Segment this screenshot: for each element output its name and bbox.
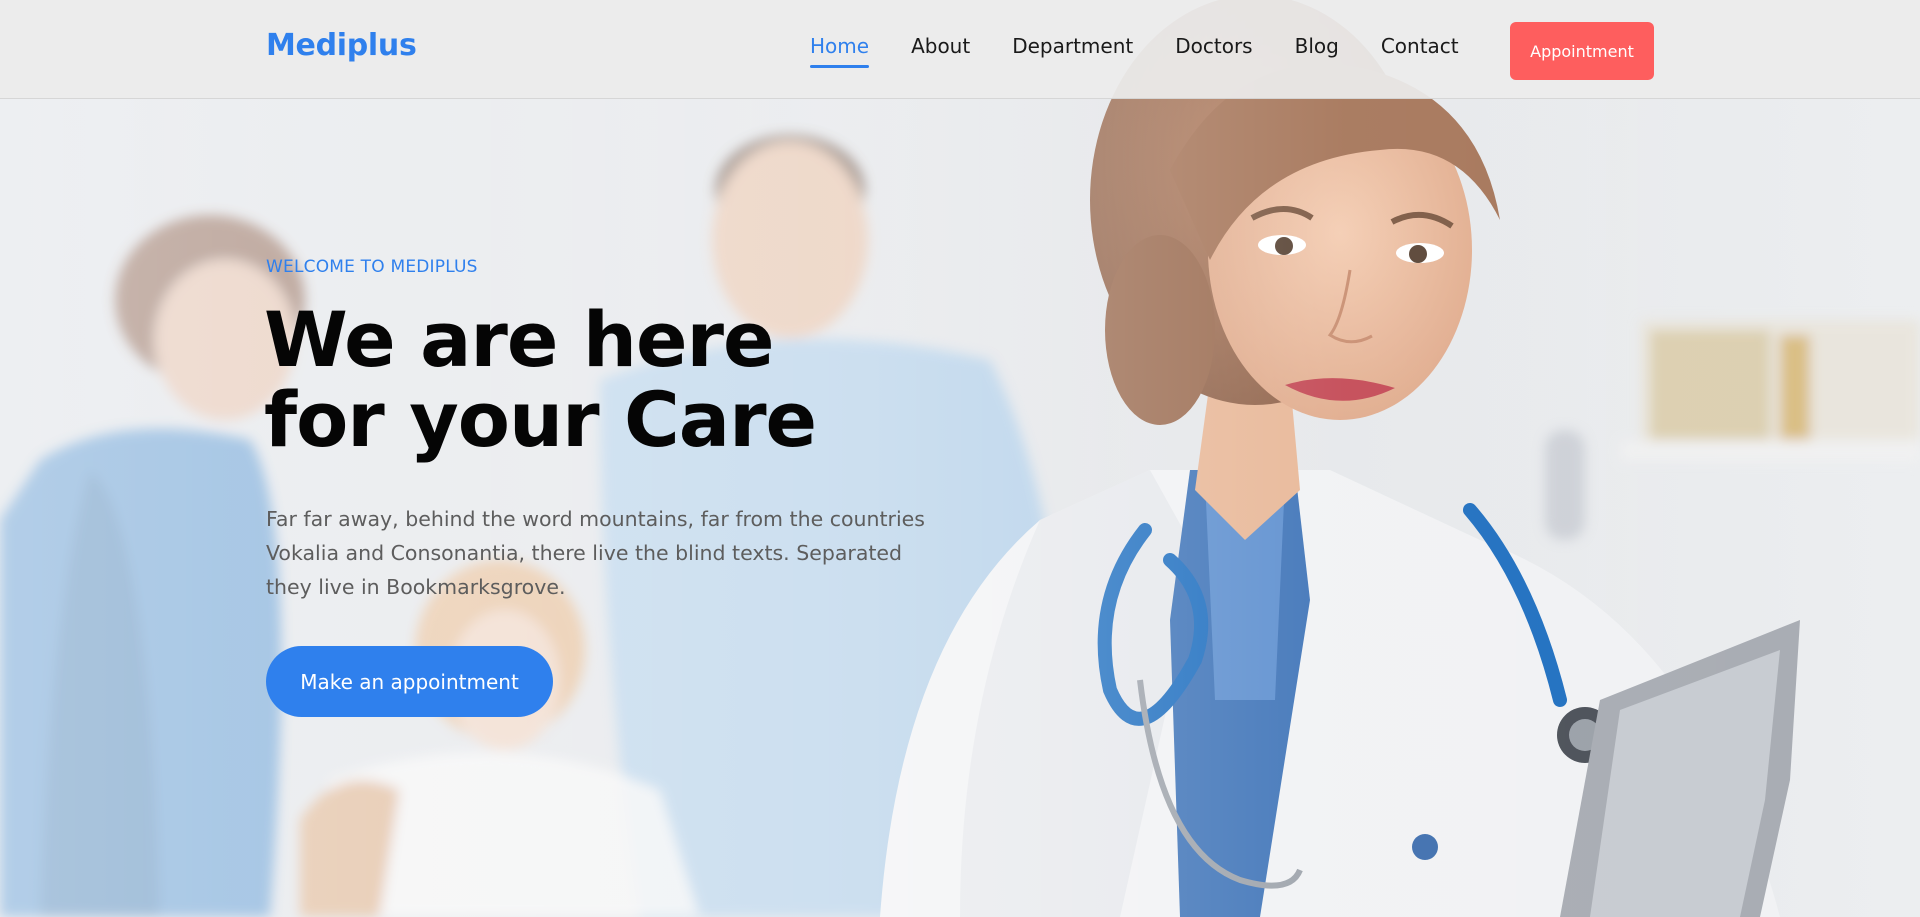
main-nav: Home About Department Doctors Blog Conta…: [810, 34, 1501, 68]
brand-logo[interactable]: Mediplus: [266, 28, 417, 63]
hero-headline: We are here for your Care: [264, 300, 964, 460]
hero-headline-line-2: for your Care: [264, 375, 817, 464]
nav-link-contact[interactable]: Contact: [1381, 34, 1459, 68]
make-appointment-button[interactable]: Make an appointment: [266, 646, 553, 717]
appointment-button[interactable]: Appointment: [1510, 22, 1654, 80]
nav-link-doctors[interactable]: Doctors: [1175, 34, 1252, 68]
hero-description: Far far away, behind the word mountains,…: [266, 507, 925, 599]
nav-link-home[interactable]: Home: [810, 34, 870, 68]
navbar: Mediplus Home About Department Doctors B…: [0, 0, 1920, 99]
nav-link-department[interactable]: Department: [1012, 34, 1133, 68]
hero-headline-line-1: We are here: [264, 295, 775, 384]
hero-eyebrow: WELCOME TO MEDIPLUS: [266, 257, 478, 277]
nav-link-about[interactable]: About: [911, 34, 970, 68]
nav-link-blog[interactable]: Blog: [1295, 34, 1339, 68]
page: Mediplus Home About Department Doctors B…: [0, 0, 1920, 917]
